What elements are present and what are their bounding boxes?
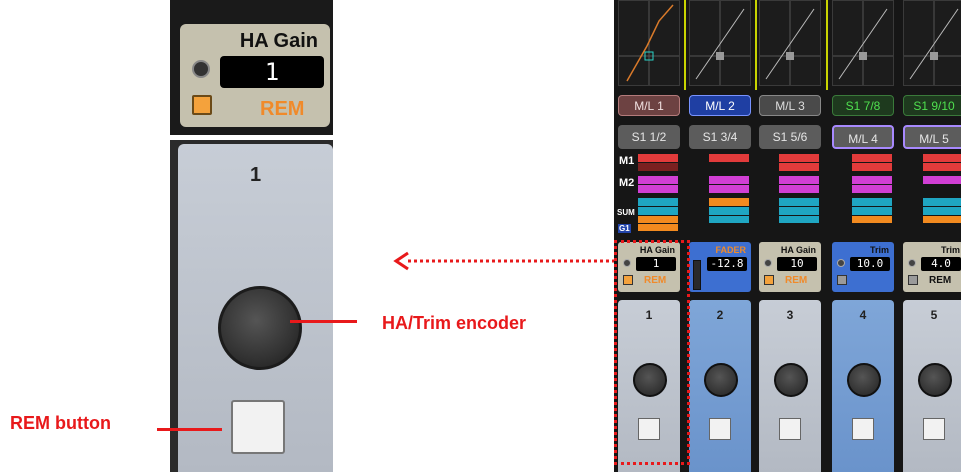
strip-button-4[interactable] (852, 418, 874, 440)
param-title-3: HA Gain (780, 245, 816, 255)
encoder-knob-3[interactable] (774, 363, 808, 397)
param-title-2: FADER (715, 245, 746, 255)
zoom-rem-label: REM (260, 98, 305, 120)
eq-curve-4[interactable] (832, 0, 894, 86)
ml-button-2[interactable]: M/L 2 (689, 95, 751, 116)
separator-line (826, 0, 828, 90)
highlight-frame (614, 240, 690, 465)
param-box-2[interactable]: FADER -12.8 (689, 242, 751, 292)
zoom-channel-number: 1 (249, 164, 262, 186)
row-label-m2: M2 (619, 177, 635, 189)
zoomed-channel-strip: HA Gain 1 REM 1 (170, 0, 333, 472)
separator-line (755, 0, 757, 90)
channel-strip-3: 3 (759, 300, 821, 472)
param-value-3: 10 (777, 257, 817, 271)
rem-button[interactable] (231, 400, 285, 454)
param-value-5: 4.0 (921, 257, 961, 271)
arrow-left-icon (393, 251, 614, 271)
assign-grid-3[interactable] (759, 150, 821, 232)
s1-button-1[interactable]: S1 1/2 (618, 125, 680, 149)
s1-button-5[interactable]: M/L 5 (903, 125, 961, 149)
encoder-knob-4[interactable] (847, 363, 881, 397)
param-rem-indicator-icon (764, 275, 774, 285)
ml-button-4[interactable]: S1 7/8 (832, 95, 894, 116)
encoder-knob-2[interactable] (704, 363, 738, 397)
param-value-2: -12.8 (707, 257, 747, 271)
console-screenshot: M/L 1 M/L 2 M/L 3 S1 7/8 S1 9/10 S1 1/2 … (614, 0, 961, 472)
s1-button-2[interactable]: S1 3/4 (689, 125, 751, 149)
zoom-param-box: HA Gain 1 REM (180, 24, 330, 127)
param-led-icon (908, 259, 916, 267)
fader-meter-icon (693, 260, 701, 290)
eq-curve-1[interactable] (618, 0, 680, 86)
param-value-4: 10.0 (850, 257, 890, 271)
eq-curve-5[interactable] (903, 0, 961, 86)
rem-callout-label: REM button (10, 413, 111, 433)
param-box-5[interactable]: Trim 4.0 REM (903, 242, 961, 292)
zoom-indicator-led-icon (192, 60, 210, 78)
row-label-sum: SUM (617, 208, 635, 217)
strip-number-4: 4 (859, 308, 867, 322)
param-title-4: Trim (869, 245, 889, 255)
s1-button-3[interactable]: S1 5/6 (759, 125, 821, 149)
param-box-4[interactable]: Trim 10.0 (832, 242, 894, 292)
encoder-knob-5[interactable] (918, 363, 952, 397)
strip-number-2: 2 (716, 308, 724, 322)
strip-number-3: 3 (786, 308, 794, 322)
param-rem-indicator-icon (837, 275, 847, 285)
zoom-param-panel: HA Gain 1 REM (170, 0, 333, 135)
ml-button-5[interactable]: S1 9/10 (903, 95, 961, 116)
strip-button-5[interactable] (923, 418, 945, 440)
assign-grid-5[interactable] (903, 150, 961, 232)
separator-line (684, 0, 686, 90)
assign-grid-2[interactable] (689, 150, 751, 232)
s1-button-4[interactable]: M/L 4 (832, 125, 894, 149)
param-box-3[interactable]: HA Gain 10 REM (759, 242, 821, 292)
ml-button-3[interactable]: M/L 3 (759, 95, 821, 116)
zoom-rem-indicator-icon (192, 95, 212, 115)
zoom-param-title: HA Gain (239, 30, 318, 52)
channel-strip-4: 4 (832, 300, 894, 472)
strip-button-3[interactable] (779, 418, 801, 440)
param-led-icon (764, 259, 772, 267)
assign-grid-4[interactable] (832, 150, 894, 232)
encoder-callout-line (290, 320, 357, 323)
param-led-icon (837, 259, 845, 267)
eq-curve-2[interactable] (689, 0, 751, 86)
zoom-strip-panel: 1 (178, 144, 333, 472)
row-label-m1: M1 (619, 155, 635, 167)
zoom-strip-body: 1 (170, 140, 333, 472)
row-label-g1: G1 (618, 224, 631, 233)
ha-trim-encoder-knob[interactable] (218, 286, 302, 370)
zoom-param-value: 1 (220, 56, 324, 88)
param-title-5: Trim (940, 245, 960, 255)
encoder-callout-label: HA/Trim encoder (382, 313, 527, 333)
param-rem-3: REM (785, 275, 808, 286)
strip-button-2[interactable] (709, 418, 731, 440)
eq-curve-3[interactable] (759, 0, 821, 86)
channel-strip-2: 2 (689, 300, 751, 472)
param-rem-indicator-icon (908, 275, 918, 285)
strip-number-5: 5 (930, 308, 938, 322)
param-rem-5: REM (929, 275, 952, 286)
channel-strip-5: 5 (903, 300, 961, 472)
ml-button-1[interactable]: M/L 1 (618, 95, 680, 116)
rem-callout-line (157, 428, 222, 431)
